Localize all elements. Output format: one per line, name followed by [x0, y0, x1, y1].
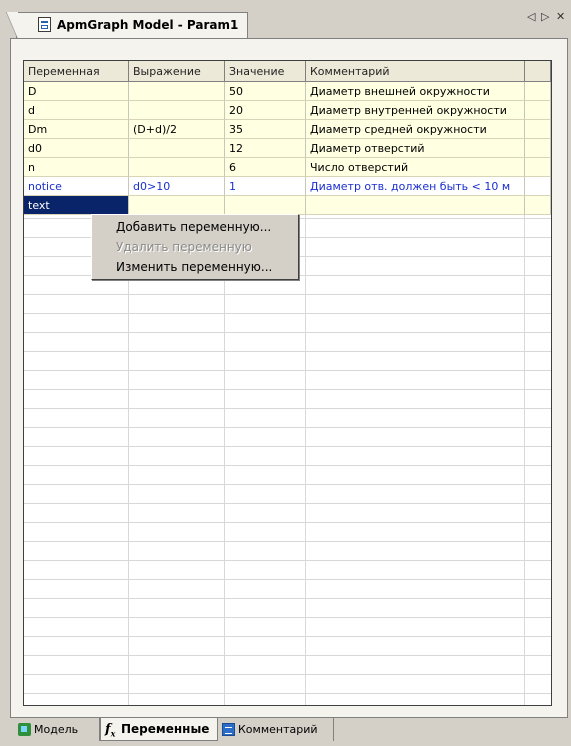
cell-variable[interactable]: Dm	[24, 120, 129, 139]
cell-value[interactable]: 6	[225, 158, 306, 177]
cell-expression[interactable]	[129, 139, 225, 158]
grid-rows: D 50 Диаметр внешней окружности d 20 Диа…	[24, 82, 551, 215]
model-icon	[18, 723, 31, 736]
cell-extra[interactable]	[525, 101, 551, 120]
cell-variable[interactable]: n	[24, 158, 129, 177]
cell-comment[interactable]: Число отверстий	[306, 158, 525, 177]
document-tab-title: ApmGraph Model - Param1	[57, 18, 239, 32]
cell-value[interactable]: 1	[225, 177, 306, 196]
bottom-tab-strip: Модель fx Переменные Комментарий	[0, 718, 571, 742]
cell-variable[interactable]: d	[24, 101, 129, 120]
document-icon	[38, 17, 51, 32]
cell-value[interactable]: 50	[225, 82, 306, 101]
table-row[interactable]: d0 12 Диаметр отверстий	[24, 139, 551, 158]
column-header-variable[interactable]: Переменная	[24, 61, 129, 81]
close-icon[interactable]: ✕	[556, 11, 565, 23]
document-tab[interactable]: ApmGraph Model - Param1	[6, 12, 248, 40]
cell-value[interactable]: 20	[225, 101, 306, 120]
tab-model-label: Модель	[34, 723, 79, 736]
cell-variable[interactable]: d0	[24, 139, 129, 158]
column-header-expression[interactable]: Выражение	[129, 61, 225, 81]
cell-comment[interactable]	[306, 196, 525, 215]
tab-variables-label: Переменные	[121, 722, 210, 736]
cell-expression[interactable]	[129, 158, 225, 177]
cell-extra[interactable]	[525, 196, 551, 215]
table-row[interactable]: D 50 Диаметр внешней окружности	[24, 82, 551, 101]
table-row[interactable]: Dm (D+d)/2 35 Диаметр средней окружности	[24, 120, 551, 139]
table-row[interactable]: d 20 Диаметр внутренней окружности	[24, 101, 551, 120]
tab-model[interactable]: Модель	[14, 718, 100, 741]
cell-expression[interactable]	[129, 196, 225, 215]
cell-extra[interactable]	[525, 139, 551, 158]
cell-extra[interactable]	[525, 177, 551, 196]
cell-variable[interactable]: D	[24, 82, 129, 101]
column-header-comment[interactable]: Комментарий	[306, 61, 525, 81]
cell-extra[interactable]	[525, 82, 551, 101]
cell-value[interactable]: 12	[225, 139, 306, 158]
cell-variable[interactable]: text	[24, 196, 129, 215]
fx-icon: fx	[105, 722, 116, 739]
table-row-selected[interactable]: text	[24, 196, 551, 215]
tab-variables[interactable]: fx Переменные	[100, 718, 218, 741]
menu-item-delete-variable: Удалить переменную	[116, 240, 252, 254]
cell-comment[interactable]: Диаметр отв. должен быть < 10 м	[306, 177, 525, 196]
variables-grid[interactable]: Переменная Выражение Значение Комментари…	[23, 60, 552, 706]
menu-item-edit-variable[interactable]: Изменить переменную...	[92, 257, 298, 277]
cell-variable[interactable]: notice	[24, 177, 129, 196]
cell-expression[interactable]: (D+d)/2	[129, 120, 225, 139]
context-menu: Добавить переменную... Удалить переменну…	[91, 214, 299, 280]
column-header-extra[interactable]	[525, 61, 551, 81]
cell-extra[interactable]	[525, 120, 551, 139]
table-row[interactable]: notice d0>10 1 Диаметр отв. должен быть …	[24, 177, 551, 196]
cell-expression[interactable]	[129, 101, 225, 120]
menu-item-add-variable[interactable]: Добавить переменную...	[92, 217, 298, 237]
cell-comment[interactable]: Диаметр внутренней окружности	[306, 101, 525, 120]
cell-comment[interactable]: Диаметр внешней окружности	[306, 82, 525, 101]
tab-comment-label: Комментарий	[238, 723, 318, 736]
grid-header: Переменная Выражение Значение Комментари…	[24, 61, 551, 82]
cell-expression[interactable]: d0>10	[129, 177, 225, 196]
table-row[interactable]: n 6 Число отверстий	[24, 158, 551, 177]
cell-value[interactable]	[225, 196, 306, 215]
cell-value[interactable]: 35	[225, 120, 306, 139]
cell-expression[interactable]	[129, 82, 225, 101]
scroll-right-icon[interactable]: ▷	[541, 11, 549, 23]
document-tab-strip: ApmGraph Model - Param1 ◁ ▷ ✕	[0, 0, 571, 40]
comment-icon	[222, 723, 235, 736]
tab-comment[interactable]: Комментарий	[218, 718, 334, 741]
cell-extra[interactable]	[525, 158, 551, 177]
cell-comment[interactable]: Диаметр средней окружности	[306, 120, 525, 139]
scroll-left-icon[interactable]: ◁	[527, 11, 535, 23]
cell-comment[interactable]: Диаметр отверстий	[306, 139, 525, 158]
column-header-value[interactable]: Значение	[225, 61, 306, 81]
